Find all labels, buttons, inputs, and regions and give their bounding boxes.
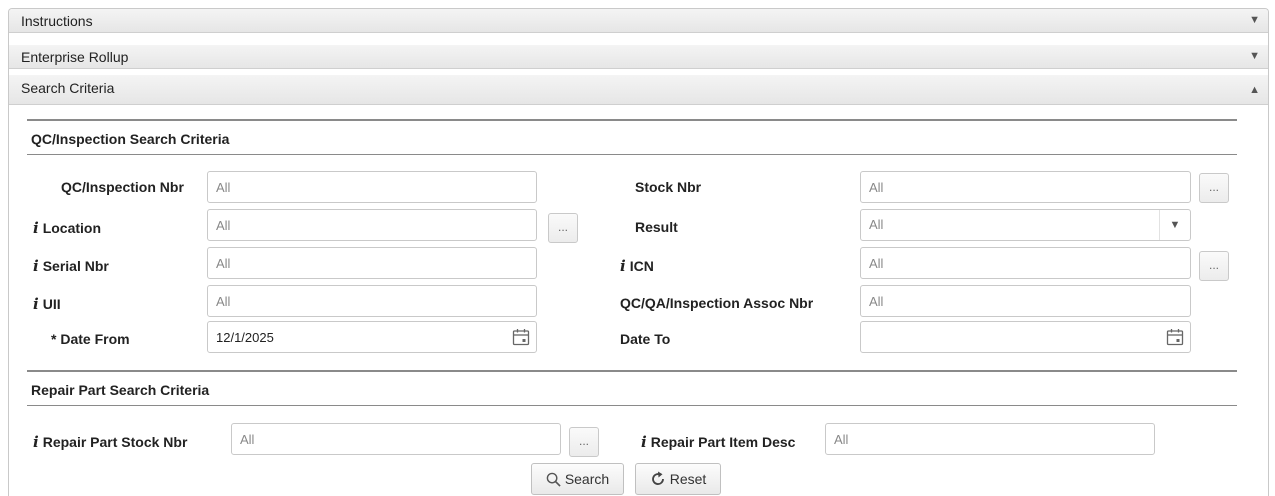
info-icon[interactable]: i bbox=[33, 257, 39, 275]
search-button-label: Search bbox=[564, 471, 610, 487]
stock-nbr-input[interactable] bbox=[860, 171, 1191, 203]
result-select[interactable]: All ▼ bbox=[860, 209, 1191, 241]
info-icon[interactable]: i bbox=[33, 433, 39, 451]
search-frame: Instructions ▼ Enterprise Rollup ▼ Searc… bbox=[8, 8, 1269, 496]
info-icon[interactable]: i bbox=[641, 433, 647, 451]
repair-item-desc-input[interactable] bbox=[825, 423, 1155, 455]
uii-label: i UII bbox=[33, 295, 61, 313]
date-to-label: Date To bbox=[620, 331, 671, 347]
location-input[interactable] bbox=[207, 209, 537, 241]
result-label: Result bbox=[635, 219, 678, 235]
reset-icon bbox=[651, 471, 664, 485]
reset-button-label: Reset bbox=[669, 471, 707, 487]
uii-input[interactable] bbox=[207, 285, 537, 317]
qc-section-header: QC/Inspection Search Criteria bbox=[27, 119, 1237, 155]
stock-nbr-lookup-button[interactable]: ... bbox=[1199, 173, 1229, 203]
serial-nbr-label-text: Serial Nbr bbox=[42, 258, 109, 274]
icn-label: i ICN bbox=[620, 257, 654, 275]
repair-stock-nbr-lookup-button[interactable]: ... bbox=[569, 427, 599, 457]
qc-section-title: QC/Inspection Search Criteria bbox=[31, 131, 230, 147]
location-lookup-button[interactable]: ... bbox=[548, 213, 578, 243]
repair-section-header: Repair Part Search Criteria bbox=[27, 370, 1237, 406]
qc-inspection-nbr-label: QC/Inspection Nbr bbox=[61, 179, 184, 195]
icn-input[interactable] bbox=[860, 247, 1191, 279]
chevron-up-icon: ▲ bbox=[1249, 84, 1260, 96]
info-icon[interactable]: i bbox=[33, 295, 39, 313]
accordion-instructions[interactable]: Instructions ▼ bbox=[9, 9, 1268, 33]
location-label-text: Location bbox=[42, 220, 102, 236]
serial-nbr-input[interactable] bbox=[207, 247, 537, 279]
search-button[interactable]: Search bbox=[531, 463, 624, 495]
qa-assoc-nbr-input[interactable] bbox=[860, 285, 1191, 317]
result-selected-value: All bbox=[869, 217, 884, 232]
repair-item-desc-label: i Repair Part Item Desc bbox=[641, 433, 795, 451]
qc-inspection-nbr-input[interactable] bbox=[207, 171, 537, 203]
info-icon[interactable]: i bbox=[620, 257, 626, 275]
serial-nbr-label: i Serial Nbr bbox=[33, 257, 109, 275]
repair-section-title: Repair Part Search Criteria bbox=[31, 382, 210, 398]
chevron-down-icon[interactable]: ▼ bbox=[1159, 210, 1190, 240]
accordion-instructions-title: Instructions bbox=[21, 13, 93, 29]
icn-label-text: ICN bbox=[629, 258, 654, 274]
icn-lookup-button[interactable]: ... bbox=[1199, 251, 1229, 281]
search-icon bbox=[546, 472, 561, 487]
uii-label-text: UII bbox=[42, 296, 61, 312]
reset-button[interactable]: Reset bbox=[635, 463, 721, 495]
accordion-search-criteria[interactable]: Search Criteria ▲ bbox=[9, 75, 1268, 105]
repair-item-desc-label-text: Repair Part Item Desc bbox=[650, 434, 796, 450]
calendar-icon[interactable] bbox=[512, 328, 530, 346]
stock-nbr-label: Stock Nbr bbox=[635, 179, 702, 195]
accordion-enterprise-rollup-title: Enterprise Rollup bbox=[21, 49, 129, 65]
date-from-label: * Date From bbox=[51, 331, 130, 347]
search-criteria-panel: QC/Inspection Search Criteria QC/Inspect… bbox=[9, 105, 1268, 496]
qa-assoc-nbr-label: QC/QA/Inspection Assoc Nbr bbox=[620, 295, 814, 311]
accordion-enterprise-rollup[interactable]: Enterprise Rollup ▼ bbox=[9, 45, 1268, 69]
location-label: i Location bbox=[33, 219, 101, 237]
calendar-icon[interactable] bbox=[1166, 328, 1184, 346]
date-from-input[interactable] bbox=[207, 321, 537, 353]
accordion-search-criteria-title: Search Criteria bbox=[21, 80, 115, 96]
repair-stock-nbr-label: i Repair Part Stock Nbr bbox=[33, 433, 187, 451]
chevron-down-icon: ▼ bbox=[1249, 14, 1260, 26]
repair-stock-nbr-input[interactable] bbox=[231, 423, 561, 455]
repair-stock-nbr-label-text: Repair Part Stock Nbr bbox=[42, 434, 188, 450]
chevron-down-icon: ▼ bbox=[1249, 50, 1260, 62]
info-icon[interactable]: i bbox=[33, 219, 39, 237]
date-to-input[interactable] bbox=[860, 321, 1191, 353]
